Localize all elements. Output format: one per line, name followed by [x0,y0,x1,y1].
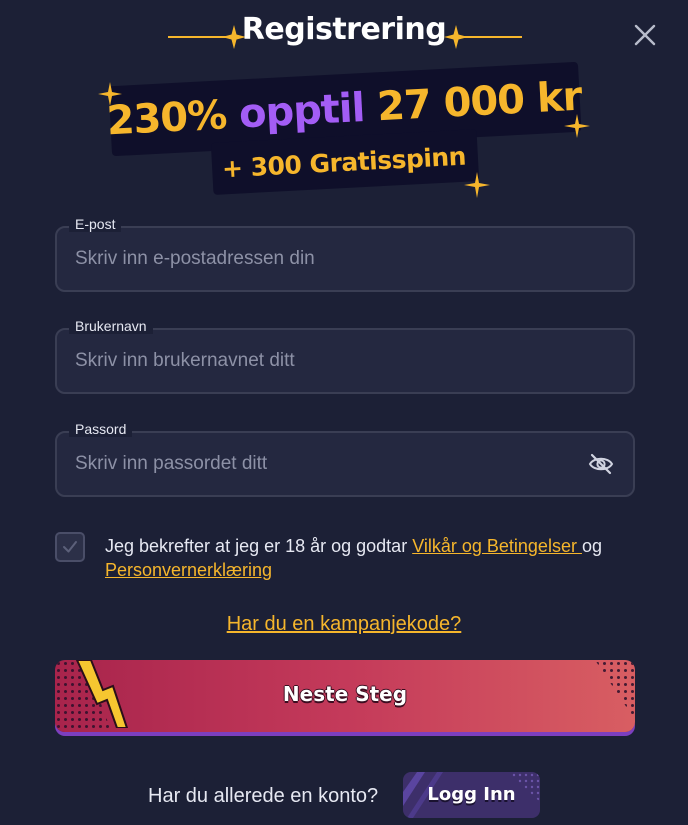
sparkle-icon [444,25,522,49]
promo-upto: opptil [237,84,366,138]
username-input-box[interactable] [55,328,635,394]
email-label: E-post [69,216,122,232]
close-icon[interactable] [632,22,658,48]
consent-checkbox[interactable] [55,532,85,562]
email-field: E-post [55,216,635,292]
privacy-link[interactable]: Personvernerklæring [105,560,272,580]
header: Registrering [0,8,688,52]
next-step-button[interactable]: Neste Steg [55,660,635,732]
consent-conjunction: og [581,536,602,556]
page-title: Registrering [241,12,447,47]
username-input[interactable] [75,350,615,372]
password-label: Passord [69,421,133,437]
login-label: Logg Inn [427,784,516,805]
username-label: Brukernavn [69,318,153,334]
password-input[interactable] [75,453,587,475]
terms-link[interactable]: Vilkår og Betingelser [412,536,582,556]
email-input-box[interactable] [55,226,635,292]
promo-code-link[interactable]: Har du en kampanjekode? [0,613,688,636]
promo-percent: 230% [105,92,228,145]
eye-off-icon[interactable] [587,450,615,478]
next-step-label: Neste Steg [282,682,408,706]
sparkle-icon [564,114,590,138]
consent-statement: Jeg bekrefter at jeg er 18 år og godtar [105,536,413,556]
login-button[interactable]: Logg Inn [403,772,540,818]
sparkle-icon [98,82,122,106]
check-icon [63,541,77,553]
promo-banner: 230% opptil 27 000 kr + 300 Gratisspinn [0,60,688,205]
password-field: Passord [55,421,635,497]
email-input[interactable] [75,248,615,270]
username-field: Brukernavn [55,318,635,394]
consent-text: Jeg bekrefter at jeg er 18 år og godtar … [105,534,635,582]
login-prompt: Har du allerede en konto? [148,785,379,807]
password-input-box[interactable] [55,431,635,497]
sparkle-icon [464,172,490,198]
